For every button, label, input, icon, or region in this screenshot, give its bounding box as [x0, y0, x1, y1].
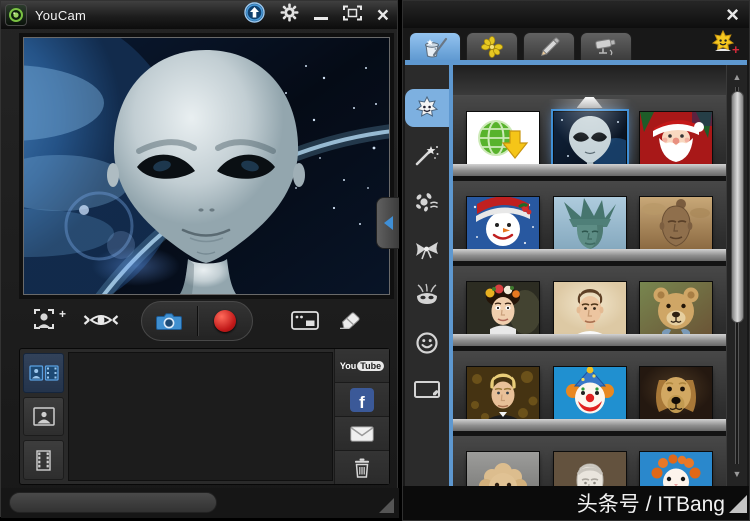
panel-collapse-tab[interactable] — [376, 197, 399, 249]
minimize-button[interactable] — [314, 17, 328, 20]
effect-thumb-golden-retriever[interactable] — [640, 367, 712, 421]
presentation-mode-button[interactable] — [291, 311, 319, 330]
category-magic-wand[interactable] — [405, 136, 449, 174]
category-sidebar — [405, 65, 449, 486]
record-dot-icon — [214, 310, 236, 332]
shelf-ledge — [453, 419, 726, 431]
tab-surveillance[interactable] — [580, 32, 632, 61]
tab-gadgets[interactable] — [466, 32, 518, 61]
effect-thumb-poodle[interactable] — [467, 452, 539, 486]
record-button[interactable] — [198, 302, 253, 340]
scroll-up-button[interactable]: ▲ — [727, 72, 747, 82]
scroll-down-button[interactable]: ▼ — [727, 469, 747, 479]
youcam-app: YouCam — [0, 0, 750, 521]
watermark-grip — [729, 495, 747, 513]
settings-gear-button[interactable] — [280, 3, 299, 27]
fullscreen-button[interactable] — [343, 5, 362, 26]
media-scrollbar[interactable] — [9, 492, 217, 513]
effect-thumb-santa-claus[interactable] — [640, 112, 712, 166]
shelf-row-3 — [453, 266, 726, 351]
create-avatar-button[interactable]: + — [711, 30, 743, 61]
filter-videos-button[interactable] — [23, 440, 64, 480]
media-library-panel: You Tube f — [19, 348, 390, 485]
effect-thumb-stone-statue[interactable] — [554, 452, 626, 486]
effect-thumb-man-caricature[interactable] — [554, 282, 626, 336]
status-bar — [1, 488, 399, 518]
effect-thumb-terracotta-warrior[interactable] — [640, 197, 712, 251]
share-youtube-button[interactable]: You Tube — [335, 349, 389, 383]
effects-shelf-area — [453, 65, 726, 486]
youtube-logo-tube: Tube — [357, 361, 384, 371]
tab-draw[interactable] — [523, 32, 575, 61]
share-column: You Tube f — [334, 349, 389, 484]
main-window: YouCam — [0, 0, 398, 517]
category-mask[interactable] — [405, 277, 449, 315]
shelf-ledge — [453, 249, 726, 261]
category-frame[interactable] — [405, 371, 449, 409]
youcam-logo-icon — [5, 4, 27, 26]
media-filter-column — [20, 349, 67, 484]
filter-photos-button[interactable] — [23, 397, 64, 437]
effect-thumb-teddy-bear[interactable] — [640, 282, 712, 336]
watermark-bar: 头条号 / ITBang — [403, 486, 749, 520]
eraser-button[interactable] — [337, 311, 362, 329]
share-email-button[interactable] — [335, 417, 389, 451]
upload-share-button[interactable] — [244, 2, 265, 28]
effect-thumb-snowman[interactable] — [467, 197, 539, 251]
category-particle[interactable] — [405, 183, 449, 221]
shelf-ledge — [453, 164, 726, 176]
video-preview — [23, 37, 390, 295]
media-thumbnails-area[interactable] — [68, 352, 333, 481]
shelf-top-wall — [453, 65, 726, 96]
effect-thumb-flower-lady[interactable] — [467, 282, 539, 336]
effect-thumb-download-more[interactable] — [467, 112, 539, 166]
watermark-text: 头条号 / ITBang — [577, 488, 725, 518]
scrollbar-thumb[interactable] — [731, 91, 744, 323]
facebook-logo: f — [350, 388, 374, 412]
shelf-row-2 — [453, 181, 726, 266]
category-avatar[interactable] — [405, 89, 449, 127]
collapse-arrow-icon — [384, 216, 393, 230]
effects-content: ▲ ▼ — [405, 65, 747, 486]
effect-thumb-orange-hair-doll[interactable] — [640, 452, 712, 486]
effects-titlebar: × — [403, 1, 749, 28]
effect-thumb-blond-man[interactable] — [467, 367, 539, 421]
snapshot-button[interactable] — [142, 302, 197, 340]
face-login-button[interactable]: + — [33, 307, 66, 333]
window-title: YouCam — [35, 8, 86, 23]
shelf-row-5 — [453, 436, 726, 486]
shelf-row-4 — [453, 351, 726, 436]
shelf-ledge — [453, 334, 726, 346]
category-party[interactable] — [405, 230, 449, 268]
close-button[interactable]: × — [377, 5, 389, 26]
share-facebook-button[interactable]: f — [335, 383, 389, 417]
resize-grip[interactable] — [379, 498, 394, 513]
effect-thumb-statue-of-liberty[interactable] — [554, 197, 626, 251]
capture-pill — [141, 301, 253, 341]
tab-effects-room[interactable] — [409, 32, 461, 61]
svg-text:+: + — [732, 42, 740, 56]
titlebar: YouCam — [1, 1, 397, 29]
effects-scrollbar[interactable]: ▲ ▼ — [726, 65, 747, 486]
effect-thumb-clown[interactable] — [554, 367, 626, 421]
control-bar: + — [1, 299, 399, 343]
shelf-row-1 — [453, 96, 726, 181]
effects-window: × — [402, 0, 750, 521]
effects-close-button[interactable]: × — [726, 4, 739, 26]
filter-all-media-button[interactable] — [23, 353, 64, 393]
face-tracking-eye-button[interactable] — [83, 311, 119, 329]
youtube-logo-you: You — [340, 361, 356, 371]
effects-tab-row: + — [409, 32, 743, 61]
face-login-plus: + — [59, 307, 66, 321]
delete-media-button[interactable] — [335, 451, 389, 484]
category-emotion[interactable] — [405, 324, 449, 362]
